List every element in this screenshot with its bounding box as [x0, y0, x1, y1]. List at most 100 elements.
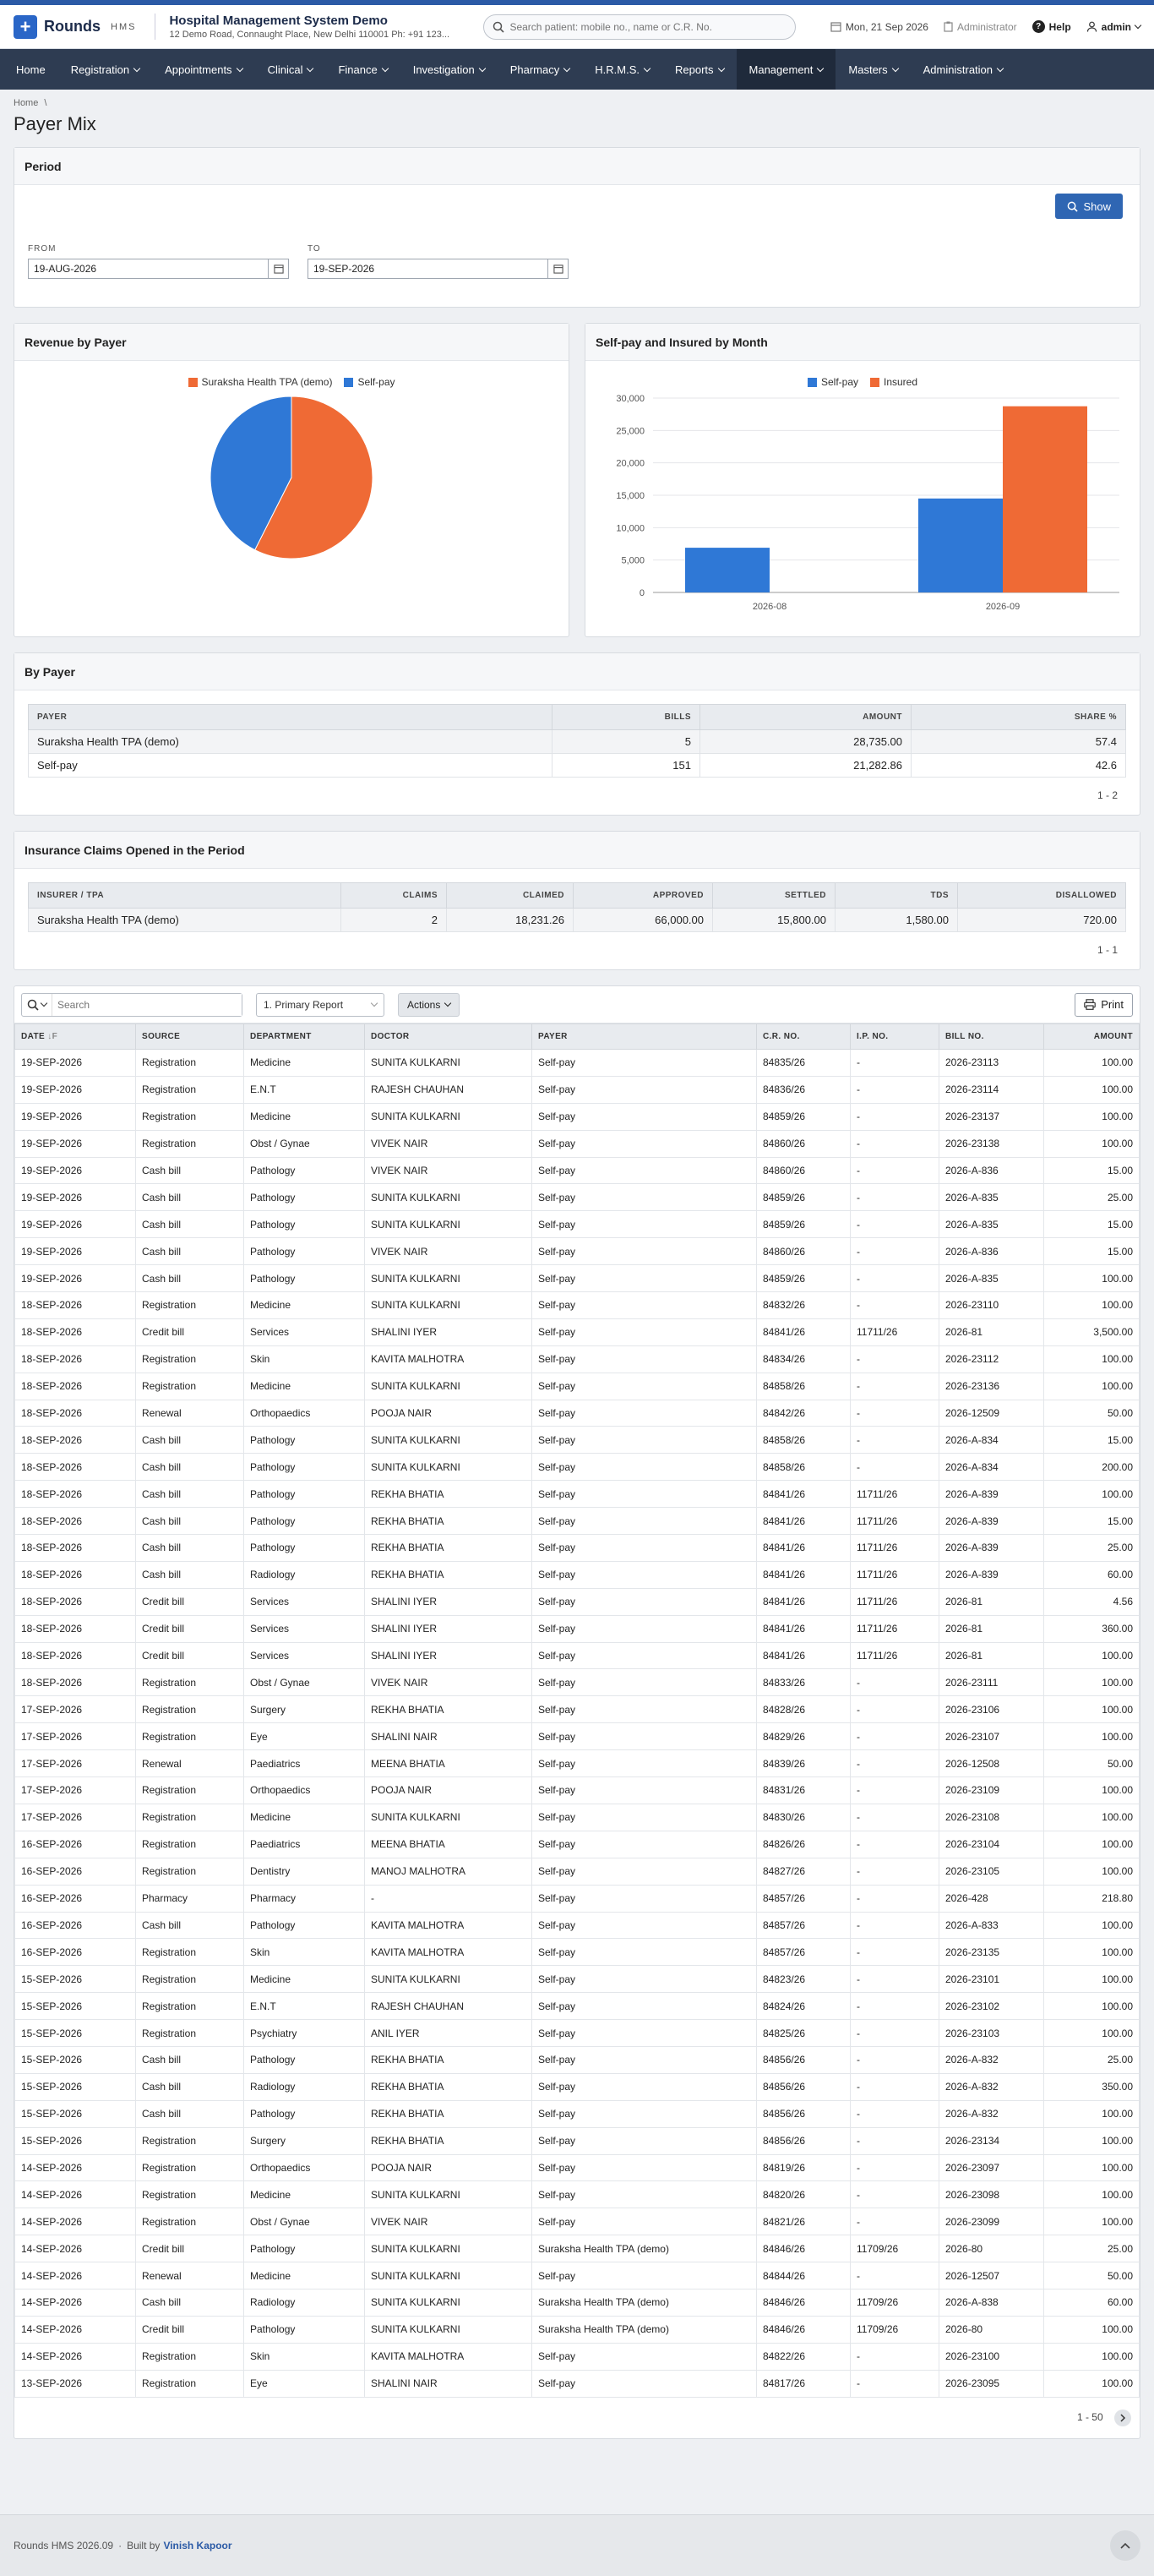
col-amount[interactable]: AMOUNT — [1043, 1023, 1140, 1050]
table-row[interactable]: 16-SEP-2026 Registration Skin KAVITA MALHOT… — [14, 1938, 1140, 1967]
col-bill-no[interactable]: BILL NO. — [939, 1023, 1044, 1050]
patient-search-input[interactable] — [509, 20, 781, 33]
table-row[interactable]: 19-SEP-2026 Cash bill Pathology VIVEK NAIR S… — [14, 1237, 1140, 1266]
col-date[interactable]: DATE ↓F — [14, 1023, 136, 1050]
table-row[interactable]: 19-SEP-2026 Registration Medicine SUNITA KU… — [14, 1049, 1140, 1077]
table-row[interactable]: 15-SEP-2026 Registration Surgery REKHA BHAT… — [14, 2126, 1140, 2155]
table-row[interactable]: 18-SEP-2026 Registration Obst / Gynae VIVEK… — [14, 1668, 1140, 1697]
nav-investigation[interactable]: Investigation — [400, 49, 498, 90]
grid-search-input[interactable] — [52, 993, 242, 1016]
table-row[interactable]: 19-SEP-2026 Cash bill Pathology SUNITA KULK… — [14, 1210, 1140, 1239]
footer-author-link[interactable]: Vinish Kapoor — [163, 2540, 231, 2551]
table-row[interactable]: 15-SEP-2026 Cash bill Radiology REKHA BHATI… — [14, 2072, 1140, 2101]
col-share[interactable]: SHARE % — [911, 704, 1126, 730]
nav-finance[interactable]: Finance — [325, 49, 400, 90]
nav-pharmacy[interactable]: Pharmacy — [498, 49, 583, 90]
to-date-input[interactable] — [308, 259, 548, 279]
search-column-picker[interactable] — [22, 993, 52, 1016]
col-tds[interactable]: TDS — [835, 882, 958, 909]
col-settled[interactable]: SETTLED — [712, 882, 836, 909]
table-row[interactable]: 19-SEP-2026 Cash bill Pathology SUNITA KULK… — [14, 1183, 1140, 1212]
nav-registration[interactable]: Registration — [58, 49, 152, 90]
table-row[interactable]: 18-SEP-2026 Cash bill Radiology REKHA BHATI… — [14, 1560, 1140, 1589]
col-doctor[interactable]: DOCTOR — [364, 1023, 532, 1050]
table-row[interactable]: Suraksha Health TPA (demo) 2 18,231.26 6… — [28, 908, 1126, 932]
table-row[interactable]: 18-SEP-2026 Registration Skin KAVITA MALHOT… — [14, 1345, 1140, 1373]
table-row[interactable]: 18-SEP-2026 Credit bill Services SHALINI IY… — [14, 1318, 1140, 1346]
nav-masters[interactable]: Masters — [836, 49, 910, 90]
table-row[interactable]: 15-SEP-2026 Registration Medicine SUNITA KU… — [14, 1965, 1140, 1994]
table-row[interactable]: 18-SEP-2026 Registration Medicine SUNITA KU… — [14, 1291, 1140, 1319]
report-select[interactable]: 1. Primary Report — [256, 992, 384, 1017]
table-row[interactable]: 18-SEP-2026 Cash bill Pathology SUNITA KULK… — [14, 1426, 1140, 1454]
table-row[interactable]: 19-SEP-2026 Cash bill Pathology VIVEK NAIR S… — [14, 1156, 1140, 1185]
legend-item[interactable]: Self-pay — [807, 376, 858, 388]
nav-appointments[interactable]: Appointments — [152, 49, 255, 90]
user-menu[interactable]: admin — [1086, 21, 1142, 33]
col-insurer[interactable]: INSURER / TPA — [28, 882, 341, 909]
table-row[interactable]: 15-SEP-2026 Cash bill Pathology REKHA BHATI… — [14, 2045, 1140, 2074]
bar-insured[interactable] — [1003, 406, 1087, 592]
table-row[interactable]: 14-SEP-2026 Registration Orthopaedics POOJA… — [14, 2153, 1140, 2182]
table-row[interactable]: 17-SEP-2026 Registration Medicine SUNITA KU… — [14, 1803, 1140, 1831]
table-row[interactable]: 15-SEP-2026 Cash bill Pathology REKHA BHATI… — [14, 2099, 1140, 2128]
scroll-top-button[interactable] — [1110, 2530, 1140, 2561]
table-row[interactable]: 17-SEP-2026 Renewal Paediatrics MEENA BHATI… — [14, 1749, 1140, 1778]
table-row[interactable]: 18-SEP-2026 Credit bill Services SHALINI IY… — [14, 1614, 1140, 1643]
col-cr-no[interactable]: C.R. NO. — [756, 1023, 851, 1050]
col-payer[interactable]: PAYER — [531, 1023, 757, 1050]
table-row[interactable]: 16-SEP-2026 Cash bill Pathology KAVITA MALH… — [14, 1911, 1140, 1940]
to-calendar-button[interactable] — [548, 259, 569, 279]
table-row[interactable]: 14-SEP-2026 Registration Obst / Gynae VIVEK… — [14, 2208, 1140, 2236]
table-row[interactable]: 18-SEP-2026 Credit bill Services SHALINI IY… — [14, 1641, 1140, 1670]
table-row[interactable]: 16-SEP-2026 Registration Dentistry MANOJ MA… — [14, 1857, 1140, 1886]
nav-clinical[interactable]: Clinical — [255, 49, 326, 90]
breadcrumb-home[interactable]: Home — [14, 98, 38, 108]
table-row[interactable]: 17-SEP-2026 Registration Surgery REKHA BHAT… — [14, 1695, 1140, 1724]
table-row[interactable]: 18-SEP-2026 Cash bill Pathology REKHA BHATI… — [14, 1480, 1140, 1509]
table-row[interactable]: 16-SEP-2026 Pharmacy Pharmacy - Self-pay 8485… — [14, 1884, 1140, 1913]
role-display[interactable]: Administrator — [944, 21, 1017, 33]
table-row[interactable]: 15-SEP-2026 Registration Psychiatry ANIL IY… — [14, 2019, 1140, 2047]
app-logo[interactable]: + Rounds HMS — [14, 14, 136, 39]
col-bills[interactable]: BILLS — [552, 704, 700, 730]
table-row[interactable]: 18-SEP-2026 Credit bill Services SHALINI IY… — [14, 1587, 1140, 1616]
nav-administration[interactable]: Administration — [911, 49, 1015, 90]
col-payer[interactable]: PAYER — [28, 704, 553, 730]
bar-self-pay[interactable] — [685, 548, 770, 592]
nav-home[interactable]: Home — [3, 49, 58, 90]
table-row[interactable]: 18-SEP-2026 Cash bill Pathology REKHA BHATI… — [14, 1507, 1140, 1536]
table-row[interactable]: 18-SEP-2026 Renewal Orthopaedics POOJA NAIR… — [14, 1399, 1140, 1427]
table-row[interactable]: Suraksha Health TPA (demo) 5 28,735.00 5… — [28, 729, 1126, 754]
table-row[interactable]: 14-SEP-2026 Credit bill Pathology SUNITA KU… — [14, 2315, 1140, 2344]
col-claimed[interactable]: CLAIMED — [446, 882, 574, 909]
legend-item[interactable]: Suraksha Health TPA (demo) — [188, 376, 332, 388]
table-row[interactable]: 18-SEP-2026 Cash bill Pathology SUNITA KULK… — [14, 1453, 1140, 1482]
table-row[interactable]: Self-pay 151 21,282.86 42.6 — [28, 753, 1126, 778]
table-row[interactable]: 14-SEP-2026 Credit bill Pathology SUNITA KU… — [14, 2235, 1140, 2263]
table-row[interactable]: 16-SEP-2026 Registration Paediatrics MEENA … — [14, 1830, 1140, 1858]
col-department[interactable]: DEPARTMENT — [243, 1023, 365, 1050]
show-button[interactable]: Show — [1055, 194, 1123, 219]
from-date-input[interactable] — [28, 259, 269, 279]
actions-button[interactable]: Actions — [398, 992, 460, 1017]
col-source[interactable]: SOURCE — [135, 1023, 244, 1050]
col-amount[interactable]: AMOUNT — [699, 704, 912, 730]
help-link[interactable]: ? Help — [1032, 20, 1071, 33]
nav-management[interactable]: Management — [736, 49, 836, 90]
table-row[interactable]: 14-SEP-2026 Cash bill Radiology SUNITA KULK… — [14, 2288, 1140, 2317]
col-approved[interactable]: APPROVED — [573, 882, 713, 909]
table-row[interactable]: 14-SEP-2026 Registration Medicine SUNITA KU… — [14, 2180, 1140, 2209]
print-button[interactable]: Print — [1075, 992, 1133, 1017]
col-ip-no[interactable]: I.P. NO. — [850, 1023, 939, 1050]
nav-hrms[interactable]: H.R.M.S. — [582, 49, 662, 90]
table-row[interactable]: 18-SEP-2026 Registration Medicine SUNITA KU… — [14, 1372, 1140, 1400]
legend-item[interactable]: Self-pay — [344, 376, 395, 388]
col-disallowed[interactable]: DISALLOWED — [957, 882, 1126, 909]
next-page-button[interactable] — [1114, 2409, 1131, 2426]
table-row[interactable]: 19-SEP-2026 Registration E.N.T RAJESH CHAUH… — [14, 1075, 1140, 1104]
table-row[interactable]: 17-SEP-2026 Registration Eye SHALINI NAIR Se… — [14, 1722, 1140, 1751]
table-row[interactable]: 15-SEP-2026 Registration E.N.T RAJESH CHAUH… — [14, 1992, 1140, 2021]
nav-reports[interactable]: Reports — [662, 49, 737, 90]
col-claims[interactable]: CLAIMS — [340, 882, 447, 909]
